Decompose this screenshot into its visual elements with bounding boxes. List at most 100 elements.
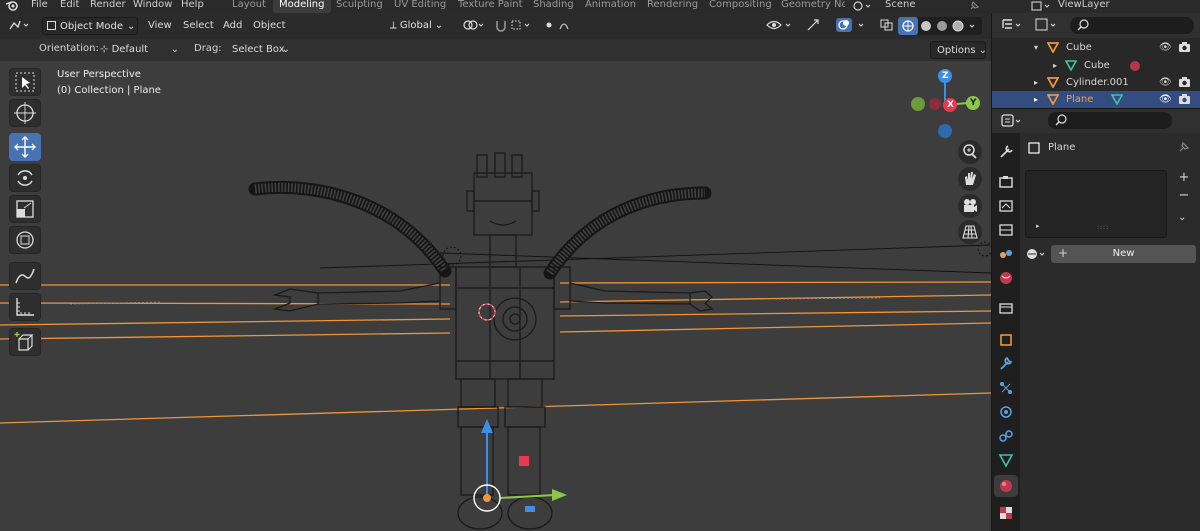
tab-texture-paint[interactable]: Texture Paint <box>452 0 529 13</box>
view-layer-name[interactable]: ViewLayer <box>1058 0 1110 10</box>
top-menu-bar: File Edit Render Window Help Layout Mode… <box>0 0 1200 13</box>
outliner-search-input[interactable] <box>1070 17 1194 34</box>
view-layer-tab-icon[interactable] <box>994 219 1018 241</box>
cursor-tool[interactable] <box>9 99 41 127</box>
perspective-grid-icon[interactable] <box>958 220 982 244</box>
texture-tab-icon[interactable] <box>994 501 1018 523</box>
3d-viewport[interactable]: Object Mode ⌄ View Select Add Object ⟂ Gl… <box>0 13 991 531</box>
menu-help[interactable]: Help <box>181 0 204 10</box>
mode-dropdown[interactable]: Object Mode ⌄ <box>42 17 138 35</box>
material-browse-icon[interactable] <box>1026 247 1050 264</box>
material-slot-list[interactable]: ▸ :::: <box>1025 170 1167 238</box>
collection-tab-icon[interactable] <box>994 297 1018 319</box>
xray-toggle-icon[interactable] <box>878 17 898 35</box>
snap-icon[interactable] <box>493 17 537 35</box>
menu-object[interactable]: Object <box>253 20 286 31</box>
camera-view-icon[interactable] <box>958 194 982 218</box>
resize-handle[interactable]: :::: <box>1097 224 1109 231</box>
select-box-tool[interactable] <box>9 68 41 96</box>
collapse-arrow-icon[interactable]: ▾ <box>1034 39 1038 56</box>
rotate-tool[interactable] <box>9 164 41 192</box>
tool-tab-icon[interactable] <box>994 141 1018 163</box>
slot-menu-chevron-icon[interactable]: ⌄ <box>1178 212 1186 223</box>
tab-geometry-nodes[interactable]: Geometry Noc <box>775 0 845 13</box>
menu-view[interactable]: View <box>148 20 172 31</box>
outliner-display-mode-icon[interactable] <box>1000 17 1026 36</box>
particles-tab-icon[interactable] <box>994 377 1018 399</box>
visibility-eye-icon[interactable]: 👁 <box>1159 91 1172 108</box>
expand-arrow-icon[interactable]: ▸ <box>1034 91 1038 108</box>
menu-window[interactable]: Window <box>133 0 172 10</box>
menu-file[interactable]: File <box>31 0 48 10</box>
scene-selector-icon[interactable] <box>852 0 874 13</box>
orientation-dropdown[interactable]: ⊹ Default ⌄ <box>97 41 183 59</box>
object-tab-icon[interactable] <box>994 329 1018 351</box>
scale-tool[interactable] <box>9 195 41 223</box>
zoom-icon[interactable] <box>958 140 982 164</box>
shading-mode-switcher[interactable] <box>898 17 982 35</box>
outliner-row-cube-mesh[interactable]: ▸ Cube <box>992 57 1200 74</box>
editor-type-button[interactable] <box>6 17 36 35</box>
tab-animation[interactable]: Animation <box>579 0 642 13</box>
pin-scene-icon[interactable] <box>968 0 980 13</box>
render-tab-icon[interactable] <box>994 171 1018 193</box>
menu-add[interactable]: Add <box>223 20 242 31</box>
outliner-filter-icon[interactable] <box>1034 17 1060 36</box>
annotate-tool[interactable] <box>9 262 41 290</box>
drag-dropdown[interactable]: Select Box ⌄ <box>229 41 291 59</box>
visibility-eye-icon[interactable] <box>765 17 799 35</box>
properties-editor-icon[interactable] <box>1000 113 1026 132</box>
scene-name[interactable]: Scene <box>885 0 916 10</box>
measure-tool[interactable] <box>9 293 41 321</box>
expand-arrow-icon[interactable]: ▸ <box>1036 222 1040 230</box>
options-dropdown[interactable]: Options ⌄ <box>930 41 987 59</box>
tab-rendering[interactable]: Rendering <box>641 0 704 13</box>
mode-label: Object Mode <box>60 21 123 32</box>
modifier-wrench-icon[interactable] <box>994 353 1018 375</box>
mesh-data-tab-icon[interactable] <box>994 449 1018 471</box>
add-slot-button[interactable]: + <box>1176 170 1192 186</box>
tab-compositing[interactable]: Compositing <box>703 0 778 13</box>
add-cube-tool[interactable] <box>9 328 41 356</box>
world-tab-icon[interactable] <box>994 267 1018 289</box>
overlays-icon[interactable] <box>835 17 875 35</box>
pin-icon[interactable] <box>1177 140 1191 157</box>
pan-hand-icon[interactable] <box>958 167 982 191</box>
move-tool[interactable] <box>9 133 41 161</box>
constraints-tab-icon[interactable] <box>994 425 1018 447</box>
blender-logo-icon[interactable] <box>5 0 19 13</box>
outliner-item-name: Cube <box>1084 60 1110 71</box>
menu-edit[interactable]: Edit <box>60 0 79 10</box>
gizmo-toggle-icon[interactable] <box>805 17 823 35</box>
properties-search-input[interactable] <box>1048 112 1172 129</box>
menu-render[interactable]: Render <box>90 0 126 10</box>
pivot-point-icon[interactable] <box>462 17 490 35</box>
output-tab-icon[interactable] <box>994 195 1018 217</box>
tab-uv-editing[interactable]: UV Editing <box>388 0 452 13</box>
outliner-row-cylinder[interactable]: ▸ Cylinder.001 👁 <box>992 74 1200 91</box>
remove-slot-button[interactable]: − <box>1176 188 1192 204</box>
proportional-editing-icon[interactable] <box>542 17 582 35</box>
view-layer-icon[interactable] <box>1031 0 1053 13</box>
transform-tool[interactable] <box>9 226 41 254</box>
object-mode-icon <box>47 21 56 30</box>
tab-modeling[interactable]: Modeling <box>273 0 331 13</box>
material-tab-icon[interactable] <box>994 475 1018 497</box>
physics-tab-icon[interactable] <box>994 401 1018 423</box>
expand-arrow-icon[interactable]: ▸ <box>1053 57 1057 74</box>
visibility-eye-icon[interactable]: 👁 <box>1159 74 1172 91</box>
scene-tab-icon[interactable] <box>994 243 1018 265</box>
outliner-header <box>992 13 1200 38</box>
new-material-button[interactable]: + New <box>1051 245 1196 263</box>
viewport-header: Object Mode ⌄ View Select Add Object ⟂ Gl… <box>0 13 991 39</box>
tab-sculpting[interactable]: Sculpting <box>330 0 389 13</box>
visibility-eye-icon[interactable]: 👁 <box>1159 39 1172 56</box>
tab-shading[interactable]: Shading <box>527 0 580 13</box>
expand-arrow-icon[interactable]: ▸ <box>1034 74 1038 91</box>
tool-settings-bar: Orientation: ⊹ Default ⌄ Drag: Select Box… <box>0 39 991 61</box>
tab-layout[interactable]: Layout <box>226 0 272 13</box>
outliner-row-cube[interactable]: ▾ Cube 👁 <box>992 39 1200 56</box>
menu-select[interactable]: Select <box>183 20 214 31</box>
outliner-row-plane[interactable]: ▸ Plane 👁 <box>992 91 1200 108</box>
transform-orientation-dropdown[interactable]: ⟂ Global ⌄ <box>388 17 454 35</box>
